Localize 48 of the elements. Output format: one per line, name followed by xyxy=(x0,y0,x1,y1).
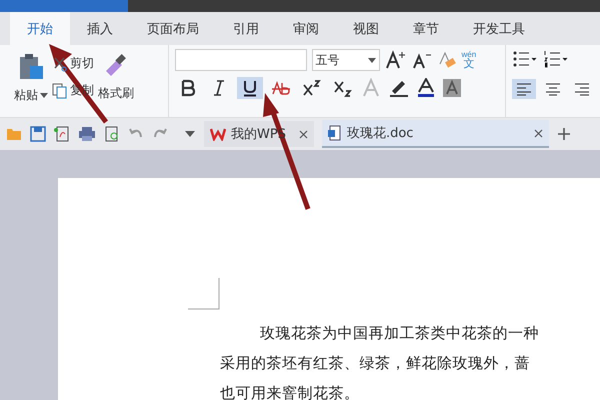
close-icon[interactable] xyxy=(534,128,543,138)
ribbon-tab[interactable]: 视图 xyxy=(336,12,396,45)
paragraph-line: 采用的茶坯有红茶、绿茶，鲜花除玫瑰外，蔷 xyxy=(220,353,531,374)
ribbon-tab[interactable]: 页面布局 xyxy=(130,12,216,45)
character-shading-icon[interactable] xyxy=(442,78,462,98)
close-icon[interactable] xyxy=(298,130,308,138)
ribbon-tab[interactable]: 引用 xyxy=(216,12,276,45)
document-tab[interactable]: 玫瑰花.doc xyxy=(322,120,549,148)
ribbon-tab[interactable]: 插入 xyxy=(70,12,130,45)
align-left-icon xyxy=(515,81,533,97)
ribbon-tab[interactable]: 开始 xyxy=(10,12,70,45)
align-right-icon xyxy=(573,81,591,97)
eraser-icon[interactable] xyxy=(436,50,456,70)
ribbon-tab[interactable]: 章节 xyxy=(396,12,456,45)
superscript-icon xyxy=(302,79,322,97)
ribbon-tab[interactable]: 审阅 xyxy=(276,12,336,45)
subscript-icon xyxy=(332,79,352,97)
document-icon xyxy=(328,125,342,141)
strike-icon xyxy=(270,79,290,97)
paragraph-line: 也可用来窨制花茶。 xyxy=(220,383,360,400)
format-button[interactable] xyxy=(236,77,262,99)
font-name-field[interactable] xyxy=(174,49,306,71)
align-button[interactable] xyxy=(512,79,536,99)
margin-corner-mark xyxy=(188,278,220,310)
save-icon[interactable] xyxy=(30,126,46,142)
pinyin-button[interactable]: wén 文 xyxy=(462,50,476,70)
caret-icon xyxy=(40,93,48,98)
new-tab-plus-icon[interactable] xyxy=(556,127,571,141)
print-icon[interactable] xyxy=(78,126,96,142)
ribbon-tab[interactable]: 开发工具 xyxy=(456,12,542,45)
grow-font-icon[interactable] xyxy=(384,50,406,70)
scissors-icon xyxy=(52,56,68,72)
font-size-field[interactable]: 五号 xyxy=(312,49,380,71)
paste-button[interactable]: 粘贴 xyxy=(14,87,48,104)
dropdown-caret-icon[interactable] xyxy=(184,130,196,138)
cut-button[interactable]: 剪切 xyxy=(52,55,94,72)
format-painter-button[interactable]: 格式刷 xyxy=(98,85,134,102)
numbered-list-icon[interactable] xyxy=(543,49,569,69)
export-pdf-icon[interactable] xyxy=(54,126,70,142)
align-center-icon xyxy=(544,81,562,97)
bullet-list-icon[interactable] xyxy=(512,49,538,69)
caret-icon[interactable] xyxy=(368,58,376,62)
copy-icon xyxy=(52,82,68,98)
highlight-icon[interactable] xyxy=(388,78,410,98)
paragraph-line: 玫瑰花茶为中国再加工茶类中花茶的一种 xyxy=(259,323,540,344)
clipboard-icon xyxy=(17,53,45,81)
w-logo-icon xyxy=(210,127,226,141)
print-preview-icon[interactable] xyxy=(104,126,120,142)
